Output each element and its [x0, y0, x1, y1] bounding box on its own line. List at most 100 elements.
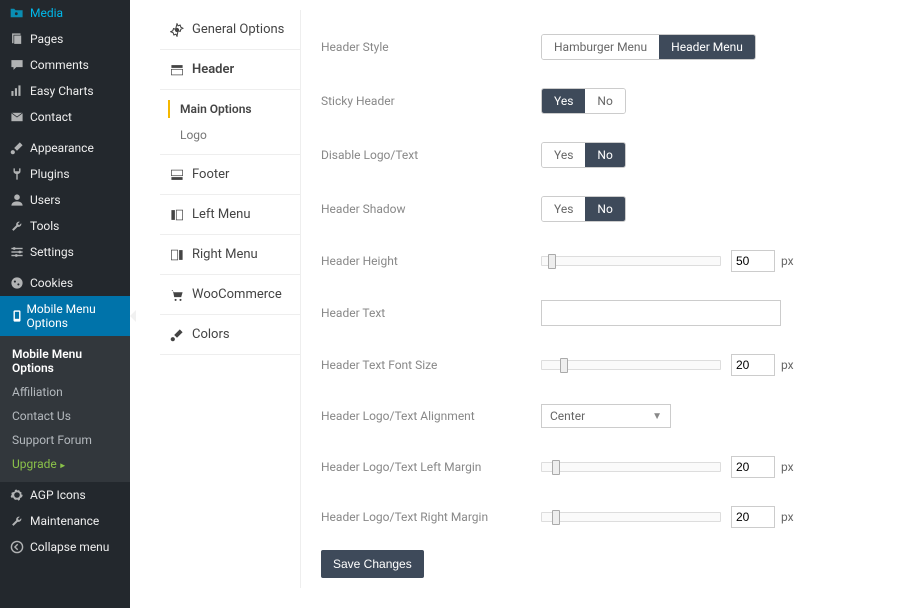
media-icon: [10, 6, 30, 20]
sidebar-item-mobile-menu-options[interactable]: Mobile Menu Options: [0, 296, 130, 336]
gear-icon: [10, 488, 30, 502]
wp-admin-sidebar: Media Pages Comments Easy Charts Contact…: [0, 0, 130, 608]
pages-icon: [10, 32, 30, 46]
tab-header[interactable]: Header: [160, 50, 300, 90]
wrench2-icon: [10, 514, 30, 528]
sidebar-item-collapse[interactable]: Collapse menu: [0, 534, 130, 560]
sidebar-item-maintenance[interactable]: Maintenance: [0, 508, 130, 534]
plug-icon: [10, 167, 30, 181]
leftmenu-icon: [170, 208, 192, 222]
row-disable-logo: Disable Logo/Text Yes No: [321, 128, 858, 182]
tab-footer[interactable]: Footer: [160, 155, 300, 195]
seg-header-menu[interactable]: Header Menu: [659, 35, 755, 59]
label-header-text: Header Text: [321, 306, 541, 320]
tab-colors[interactable]: Colors: [160, 315, 300, 355]
form-panel: Header Style Hamburger Menu Header Menu …: [300, 10, 878, 588]
sidebar-item-contact[interactable]: Contact: [0, 104, 130, 130]
subtab-main-options[interactable]: Main Options: [160, 96, 300, 122]
submenu-item-mobile-menu-options[interactable]: Mobile Menu Options: [0, 342, 130, 380]
options-tabs: General Options Header Main Options Logo…: [160, 10, 300, 588]
sidebar-item-agp-icons[interactable]: AGP Icons: [0, 482, 130, 508]
mobile-icon: [10, 309, 26, 323]
seg-hamburger-menu[interactable]: Hamburger Menu: [542, 35, 659, 59]
sidebar-item-appearance[interactable]: Appearance: [0, 135, 130, 161]
seg-yes[interactable]: Yes: [542, 89, 585, 113]
sidebar-group: AGP Icons Maintenance Collapse menu: [0, 482, 130, 560]
sidebar-item-comments[interactable]: Comments: [0, 52, 130, 78]
tab-woocommerce[interactable]: WooCommerce: [160, 275, 300, 315]
label-header-shadow: Header Shadow: [321, 202, 541, 216]
save-button[interactable]: Save Changes: [321, 550, 424, 578]
sidebar-item-media[interactable]: Media: [0, 0, 130, 26]
right-margin-input[interactable]: [731, 506, 775, 528]
seg-yes[interactable]: Yes: [542, 197, 585, 221]
row-sticky-header: Sticky Header Yes No: [321, 74, 858, 128]
left-margin-input[interactable]: [731, 456, 775, 478]
label-header-height: Header Height: [321, 254, 541, 268]
sidebar-item-pages[interactable]: Pages: [0, 26, 130, 52]
sidebar-group: Appearance Plugins Users Tools Settings: [0, 135, 130, 265]
sidebar-item-settings[interactable]: Settings: [0, 239, 130, 265]
sidebar-item-tools[interactable]: Tools: [0, 213, 130, 239]
submenu-item-contact-us[interactable]: Contact Us: [0, 404, 130, 428]
sidebar-item-cookies[interactable]: Cookies: [0, 270, 130, 296]
disable-logo-toggle[interactable]: Yes No: [541, 142, 626, 168]
cart-icon: [170, 288, 192, 302]
label-right-margin: Header Logo/Text Right Margin: [321, 510, 541, 524]
header-text-input[interactable]: [541, 300, 781, 326]
submenu-item-affiliation[interactable]: Affiliation: [0, 380, 130, 404]
chevron-down-icon: ▼: [652, 411, 662, 422]
sidebar-item-easycharts[interactable]: Easy Charts: [0, 78, 130, 104]
header-style-toggle[interactable]: Hamburger Menu Header Menu: [541, 34, 756, 60]
label-left-margin: Header Logo/Text Left Margin: [321, 460, 541, 474]
submenu-item-upgrade[interactable]: Upgrade: [0, 452, 130, 476]
row-left-margin: Header Logo/Text Left Margin px: [321, 442, 858, 492]
collapse-icon: [10, 540, 30, 554]
sticky-header-toggle[interactable]: Yes No: [541, 88, 626, 114]
wrench-icon: [10, 219, 30, 233]
unit-px: px: [781, 510, 794, 524]
seg-yes[interactable]: Yes: [542, 143, 585, 167]
unit-px: px: [781, 254, 794, 268]
sidebar-item-plugins[interactable]: Plugins: [0, 161, 130, 187]
right-margin-slider[interactable]: [541, 512, 721, 522]
row-header-height: Header Height px: [321, 236, 858, 286]
sidebar-group: Media Pages Comments Easy Charts Contact: [0, 0, 130, 130]
rightmenu-icon: [170, 248, 192, 262]
sidebar-submenu: Mobile Menu Options Affiliation Contact …: [0, 336, 130, 482]
font-size-slider[interactable]: [541, 360, 721, 370]
footer-icon: [170, 168, 192, 182]
row-alignment: Header Logo/Text Alignment Center▼: [321, 390, 858, 442]
submenu-item-support-forum[interactable]: Support Forum: [0, 428, 130, 452]
tab-general-options[interactable]: General Options: [160, 10, 300, 50]
label-font-size: Header Text Font Size: [321, 358, 541, 372]
row-font-size: Header Text Font Size px: [321, 340, 858, 390]
sidebar-item-users[interactable]: Users: [0, 187, 130, 213]
subtab-logo[interactable]: Logo: [160, 122, 300, 148]
header-shadow-toggle[interactable]: Yes No: [541, 196, 626, 222]
header-height-input[interactable]: [731, 250, 775, 272]
label-sticky-header: Sticky Header: [321, 94, 541, 108]
row-right-margin: Header Logo/Text Right Margin px: [321, 492, 858, 542]
seg-no[interactable]: No: [585, 143, 624, 167]
header-height-slider[interactable]: [541, 256, 721, 266]
row-header-text: Header Text: [321, 286, 858, 340]
seg-no[interactable]: No: [585, 89, 624, 113]
tab-right-menu[interactable]: Right Menu: [160, 235, 300, 275]
alignment-select[interactable]: Center▼: [541, 404, 671, 428]
label-disable-logo: Disable Logo/Text: [321, 148, 541, 162]
sliders-icon: [10, 245, 30, 259]
unit-px: px: [781, 460, 794, 474]
tab-left-menu[interactable]: Left Menu: [160, 195, 300, 235]
comments-icon: [10, 58, 30, 72]
seg-no[interactable]: No: [585, 197, 624, 221]
unit-px: px: [781, 358, 794, 372]
row-header-style: Header Style Hamburger Menu Header Menu: [321, 20, 858, 74]
left-margin-slider[interactable]: [541, 462, 721, 472]
gear-icon: [170, 23, 192, 37]
brush-icon: [10, 141, 30, 155]
cookie-icon: [10, 276, 30, 290]
brush-icon: [170, 328, 192, 342]
chart-icon: [10, 84, 30, 98]
font-size-input[interactable]: [731, 354, 775, 376]
